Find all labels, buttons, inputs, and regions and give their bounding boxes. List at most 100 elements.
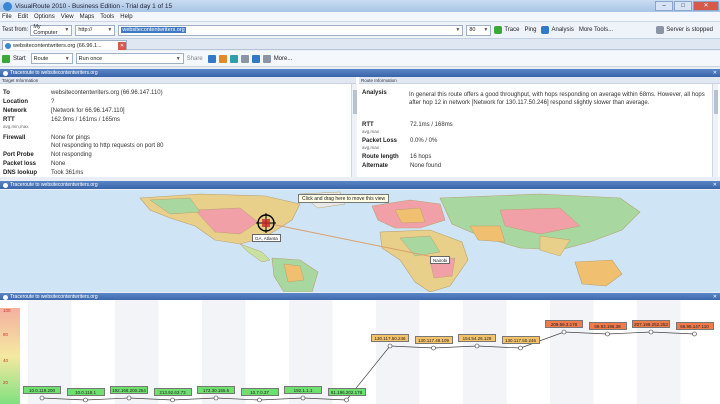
hop-point xyxy=(213,395,219,401)
menu-view[interactable]: View xyxy=(61,14,74,20)
target-row: To websitecontentwriters.org (66.96.147.1… xyxy=(3,90,163,96)
server-status[interactable]: Server is stopped xyxy=(656,26,713,34)
hop-label[interactable]: 66.96.147.110 xyxy=(675,322,714,330)
tab-trace[interactable]: websitecontentwriters.org (66.96.1... ✕ xyxy=(2,40,127,50)
hop-label[interactable]: 192.1.1.1 xyxy=(284,386,322,394)
route-scrollbar[interactable] xyxy=(712,84,718,177)
hop-point xyxy=(692,331,697,337)
test-from-select[interactable]: My Computer ▼ xyxy=(30,24,73,36)
hop-label[interactable]: 10.0.119.200 xyxy=(23,386,61,394)
hop-label[interactable]: 10.7.0.37 xyxy=(240,388,279,396)
target-row: Firewall None for pings xyxy=(3,135,91,141)
hop-point xyxy=(170,397,175,403)
panel-close-icon[interactable]: ✕ xyxy=(713,70,717,76)
more-tools-button[interactable]: More Tools... xyxy=(579,27,613,33)
panel-icon xyxy=(3,70,8,76)
map-drag-tooltip: Click and drag here to move this view xyxy=(298,194,390,203)
hop-label[interactable]: 130.117.50.246 xyxy=(371,334,409,342)
hop-label[interactable]: 154.54.26.129 xyxy=(458,334,496,342)
info-panel-header: Traceroute to websitecontentwriters.org … xyxy=(0,69,720,77)
map-label-africa[interactable]: Nairobi xyxy=(430,256,451,264)
map-panel-header: Traceroute to websitecontentwriters.org … xyxy=(0,181,720,189)
link-icon[interactable] xyxy=(262,54,271,63)
menu-help[interactable]: Help xyxy=(120,14,132,20)
graph-icon[interactable] xyxy=(240,54,249,63)
chevron-down-icon: ▼ xyxy=(64,27,70,33)
save-icon[interactable] xyxy=(218,54,227,63)
target-row: Packet loss None xyxy=(3,161,66,167)
globe-icon xyxy=(5,42,11,49)
panel-close-icon[interactable]: ✕ xyxy=(713,182,717,188)
trace-toolbar: Start Route ▼ Run once ▼ Share More... xyxy=(0,51,720,67)
target-row: Network [Network for 66.96.147.110] xyxy=(3,108,125,114)
chevron-down-icon: ▼ xyxy=(455,27,461,33)
map-label-atlanta[interactable]: GA, Atlanta xyxy=(252,234,281,242)
hop-label[interactable]: 130.117.48.109 xyxy=(414,336,453,344)
share-button[interactable]: Share xyxy=(187,56,203,62)
hop-label[interactable]: 213.92.63.73 xyxy=(153,388,192,396)
scroll-thumb[interactable] xyxy=(714,90,718,114)
route-sub-label: avg,max xyxy=(362,145,380,150)
hop-label[interactable]: 192.168.200.254 xyxy=(110,386,148,394)
test-from-value: My Computer xyxy=(33,24,58,36)
hop-point xyxy=(387,343,393,349)
interval-select[interactable]: Run once ▼ xyxy=(75,53,184,64)
target-value: websitecontentwriters.org xyxy=(121,27,186,33)
map-icon[interactable] xyxy=(229,54,238,63)
y-axis-label: 40 xyxy=(3,358,9,363)
hop-label[interactable]: 10.0.118.1 xyxy=(66,388,105,396)
tab-close-icon[interactable]: ✕ xyxy=(118,41,126,50)
protocol-value: http:// xyxy=(78,27,93,33)
world-map[interactable]: Click and drag here to move this view GA… xyxy=(0,190,720,292)
trace-button[interactable]: Trace xyxy=(494,26,519,34)
menu-edit[interactable]: Edit xyxy=(18,14,28,20)
analysis-button[interactable]: Analysis xyxy=(541,26,574,34)
target-row: RTT 162.9ms / 161ms / 165ms xyxy=(3,117,121,123)
window-controls: – □ ✕ xyxy=(655,1,720,11)
target-row: Location? xyxy=(3,99,55,105)
target-info-header: Target Information xyxy=(0,77,356,84)
hop-label[interactable]: 209.59.3.178 xyxy=(545,320,583,328)
hop-column xyxy=(550,300,594,404)
menu-maps[interactable]: Maps xyxy=(80,14,95,20)
report-icon[interactable] xyxy=(207,54,216,63)
close-icon[interactable]: ✕ xyxy=(693,1,719,11)
chevron-down-icon: ▼ xyxy=(483,27,489,33)
port-value: 80 xyxy=(469,27,476,33)
chevron-down-icon: ▼ xyxy=(107,27,113,33)
target-input[interactable]: websitecontentwriters.org ▼ xyxy=(118,24,464,36)
analysis-label: Analysis xyxy=(362,90,387,96)
hop-label[interactable]: 81.196.202.178 xyxy=(327,388,366,396)
maximize-icon[interactable]: □ xyxy=(674,1,692,11)
refresh-icon[interactable] xyxy=(251,54,260,63)
trace-icon xyxy=(494,26,503,34)
scroll-thumb[interactable] xyxy=(353,90,357,114)
y-axis-label: 80 xyxy=(3,332,9,337)
menu-options[interactable]: Options xyxy=(34,14,55,20)
hop-label[interactable]: 207.198.252.253 xyxy=(632,320,670,328)
play-icon xyxy=(2,54,10,63)
chevron-down-icon: ▼ xyxy=(64,55,70,62)
chevron-down-icon: ▼ xyxy=(175,55,181,62)
start-button[interactable]: Start xyxy=(2,54,26,63)
mode-select[interactable]: Route ▼ xyxy=(30,53,73,64)
hop-label[interactable]: 69.93.196.38 xyxy=(588,322,627,330)
menu-tools[interactable]: Tools xyxy=(100,14,114,20)
protocol-select[interactable]: http:// ▼ xyxy=(75,24,116,36)
hop-point xyxy=(474,343,480,349)
hop-column xyxy=(637,300,681,404)
graph-icon xyxy=(3,294,8,300)
port-select[interactable]: 80 ▼ xyxy=(466,24,492,36)
more-button[interactable]: More... xyxy=(274,56,293,62)
menu-bar: File Edit Options View Maps Tools Help xyxy=(0,12,720,22)
route-row: Alternate None found xyxy=(362,163,442,169)
hop-point xyxy=(518,345,523,351)
ping-button[interactable]: Ping xyxy=(524,27,536,33)
hop-label[interactable]: 130.117.50.246 xyxy=(501,336,540,344)
menu-file[interactable]: File xyxy=(2,14,12,20)
target-scrollbar[interactable] xyxy=(351,84,357,177)
hop-graph[interactable]: 100 80 40 20 10.0.119.200 10.0.118.1 192.1… xyxy=(0,300,720,404)
analysis-icon xyxy=(541,26,550,34)
hop-label[interactable]: 172.30.155.5 xyxy=(197,386,235,394)
minimize-icon[interactable]: – xyxy=(655,1,673,11)
